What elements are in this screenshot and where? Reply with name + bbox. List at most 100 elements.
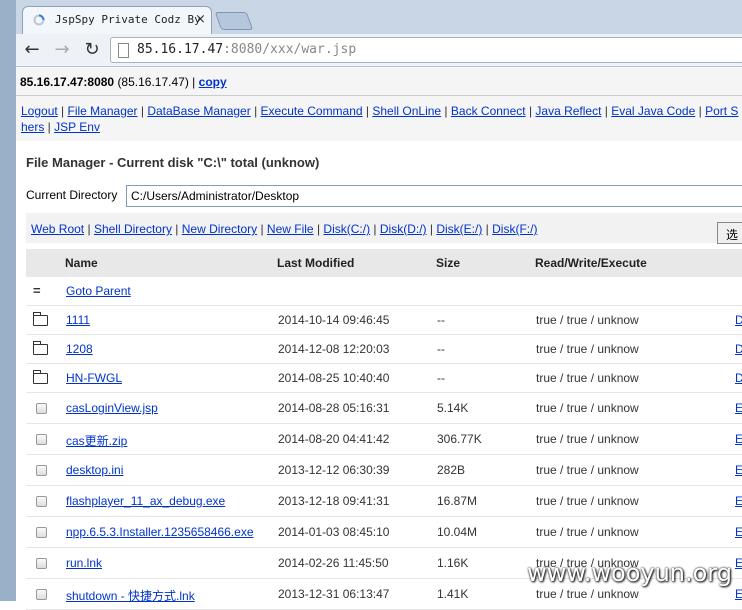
browser-toolbar: ← → ↻ 85.16.17.47:8080/xxx/war.jsp xyxy=(16,34,742,67)
link-disk-e[interactable]: Disk(E:/) xyxy=(436,222,482,236)
row-rwx: true / true / unknow xyxy=(536,494,639,508)
link-disk-c[interactable]: Disk(C:/) xyxy=(323,222,370,236)
menu-eval-java-code[interactable]: Eval Java Code xyxy=(611,104,695,118)
menu-file-manager[interactable]: File Manager xyxy=(68,104,138,118)
row-name[interactable]: 1208 xyxy=(66,342,93,356)
browser-tabstrip: JspSpy Private Codz By × xyxy=(0,0,742,601)
row-action[interactable]: E xyxy=(735,494,742,508)
row-size: 1.16K xyxy=(437,556,469,570)
file-row: casLoginView.jsp 2014-08-28 05:16:31 5.14K… xyxy=(26,393,742,424)
row-name[interactable]: cas更新.zip xyxy=(66,432,127,449)
row-name[interactable]: casLoginView.jsp xyxy=(66,401,158,415)
browser-tab[interactable]: JspSpy Private Codz By × xyxy=(22,6,212,34)
folder-row: HN-FWGL 2014-08-25 10:40:40 -- true / true … xyxy=(26,364,742,393)
menu-java-reflect[interactable]: Java Reflect xyxy=(535,104,601,118)
row-size: 16.87M xyxy=(437,494,478,508)
row-name[interactable]: run.lnk xyxy=(66,556,102,570)
file-checkbox[interactable] xyxy=(36,403,47,414)
menu-logout[interactable]: Logout xyxy=(21,104,58,118)
host-ip: (85.16.17.47) xyxy=(117,75,189,89)
row-modified: 2013-12-31 06:13:47 xyxy=(278,587,390,601)
row-action[interactable]: E xyxy=(735,432,742,446)
file-checkbox[interactable] xyxy=(36,527,47,538)
page-icon xyxy=(118,43,129,58)
folder-row: 1208 2014-12-08 12:20:03 -- true / true / u… xyxy=(26,335,742,364)
col-last-modified: Last Modified xyxy=(277,256,355,270)
reload-icon[interactable]: ↻ xyxy=(80,38,104,62)
col-size: Size xyxy=(436,256,461,270)
menu-database-manager[interactable]: DataBase Manager xyxy=(147,104,250,118)
window-left-border xyxy=(0,0,16,601)
host-line: 85.16.17.47:8080 (85.16.17.47) | copy xyxy=(20,75,227,89)
row-modified: 2014-02-26 11:45:50 xyxy=(278,556,389,570)
row-name[interactable]: npp.6.5.3.Installer.1235658466.exe xyxy=(66,525,254,539)
row-name[interactable]: 1111 xyxy=(66,313,90,327)
link-new-file[interactable]: New File xyxy=(267,222,314,236)
file-row: flashplayer_11_ax_debug.exe 2013-12-18 09… xyxy=(26,486,742,517)
host-sep: | xyxy=(192,75,196,89)
menu-others[interactable]: hers xyxy=(21,120,44,134)
row-action[interactable]: D xyxy=(735,313,742,327)
loading-spinner-icon xyxy=(33,14,45,26)
row-name[interactable]: shutdown - 快捷方式.lnk xyxy=(66,587,195,604)
col-name: Name xyxy=(65,256,98,270)
file-checkbox[interactable] xyxy=(36,496,47,507)
file-links-bar: Web Root | Shell Directory | New Directo… xyxy=(26,213,742,243)
menu-back-connect[interactable]: Back Connect xyxy=(451,104,526,118)
row-action[interactable]: E xyxy=(735,401,742,415)
file-row: desktop.ini 2013-12-12 06:30:39 282B true /… xyxy=(26,455,742,486)
menu-execute-command[interactable]: Execute Command xyxy=(261,104,363,118)
link-shell-directory[interactable]: Shell Directory xyxy=(94,222,172,236)
copy-link[interactable]: copy xyxy=(199,75,227,89)
row-action[interactable]: D xyxy=(735,342,742,356)
folder-icon xyxy=(33,312,48,326)
row-modified: 2014-08-28 05:16:31 xyxy=(278,401,390,415)
row-size: -- xyxy=(437,313,445,327)
select-button[interactable]: 选 xyxy=(717,222,742,244)
file-checkbox[interactable] xyxy=(36,465,47,476)
row-modified: 2014-08-20 04:41:42 xyxy=(278,432,390,446)
forward-arrow-icon[interactable]: → xyxy=(50,38,74,62)
row-modified: 2014-12-08 12:20:03 xyxy=(278,342,390,356)
row-rwx: true / true / unknow xyxy=(536,371,639,385)
row-action[interactable]: E xyxy=(735,463,742,477)
menu-jsp-env[interactable]: JSP Env xyxy=(54,120,100,134)
link-disk-f[interactable]: Disk(F:/) xyxy=(492,222,537,236)
file-checkbox[interactable] xyxy=(36,558,47,569)
row-name[interactable]: HN-FWGL xyxy=(66,371,122,385)
link-new-directory[interactable]: New Directory xyxy=(182,222,257,236)
row-rwx: true / true / unknow xyxy=(536,432,639,446)
back-arrow-icon[interactable]: ← xyxy=(20,38,44,62)
link-disk-d[interactable]: Disk(D:/) xyxy=(380,222,427,236)
row-name[interactable]: flashplayer_11_ax_debug.exe xyxy=(66,494,225,508)
menu-shell-online[interactable]: Shell OnLine xyxy=(372,104,441,118)
file-row: npp.6.5.3.Installer.1235658466.exe 2014-0… xyxy=(26,517,742,548)
row-action[interactable]: D xyxy=(735,371,742,385)
watermark: www.wooyun.org xyxy=(527,559,732,587)
row-modified: 2013-12-18 09:41:31 xyxy=(278,494,390,508)
current-directory-input[interactable] xyxy=(126,185,742,207)
row-size: 282B xyxy=(437,463,466,477)
col-rwx: Read/Write/Execute xyxy=(535,256,647,270)
file-checkbox[interactable] xyxy=(36,434,47,445)
link-web-root[interactable]: Web Root xyxy=(31,222,84,236)
url-path: :8080/xxx/war.jsp xyxy=(223,42,357,57)
row-action[interactable]: E xyxy=(735,587,742,601)
new-tab-button[interactable] xyxy=(214,12,254,30)
row-size: 10.04M xyxy=(437,525,478,539)
tab-close-icon[interactable]: × xyxy=(195,12,206,27)
row-action[interactable]: E xyxy=(735,556,742,570)
table-header: Name Last Modified Size Read/Write/Execu… xyxy=(26,249,742,277)
menu-port-scan[interactable]: Port S xyxy=(705,104,738,118)
tab-title: JspSpy Private Codz By xyxy=(55,13,201,26)
file-checkbox[interactable] xyxy=(36,589,47,600)
address-bar[interactable]: 85.16.17.47:8080/xxx/war.jsp xyxy=(110,37,742,63)
parent-icon: = xyxy=(33,283,41,298)
page-content: 85.16.17.47:8080 (85.16.17.47) | copy Lo… xyxy=(16,67,742,610)
url-text: 85.16.17.47:8080/xxx/war.jsp xyxy=(137,42,356,57)
row-size: 1.41K xyxy=(437,587,469,601)
goto-parent-link[interactable]: Goto Parent xyxy=(66,284,131,298)
row-name[interactable]: desktop.ini xyxy=(66,463,123,477)
row-rwx: true / true / unknow xyxy=(536,587,639,601)
row-action[interactable]: E xyxy=(735,525,742,539)
